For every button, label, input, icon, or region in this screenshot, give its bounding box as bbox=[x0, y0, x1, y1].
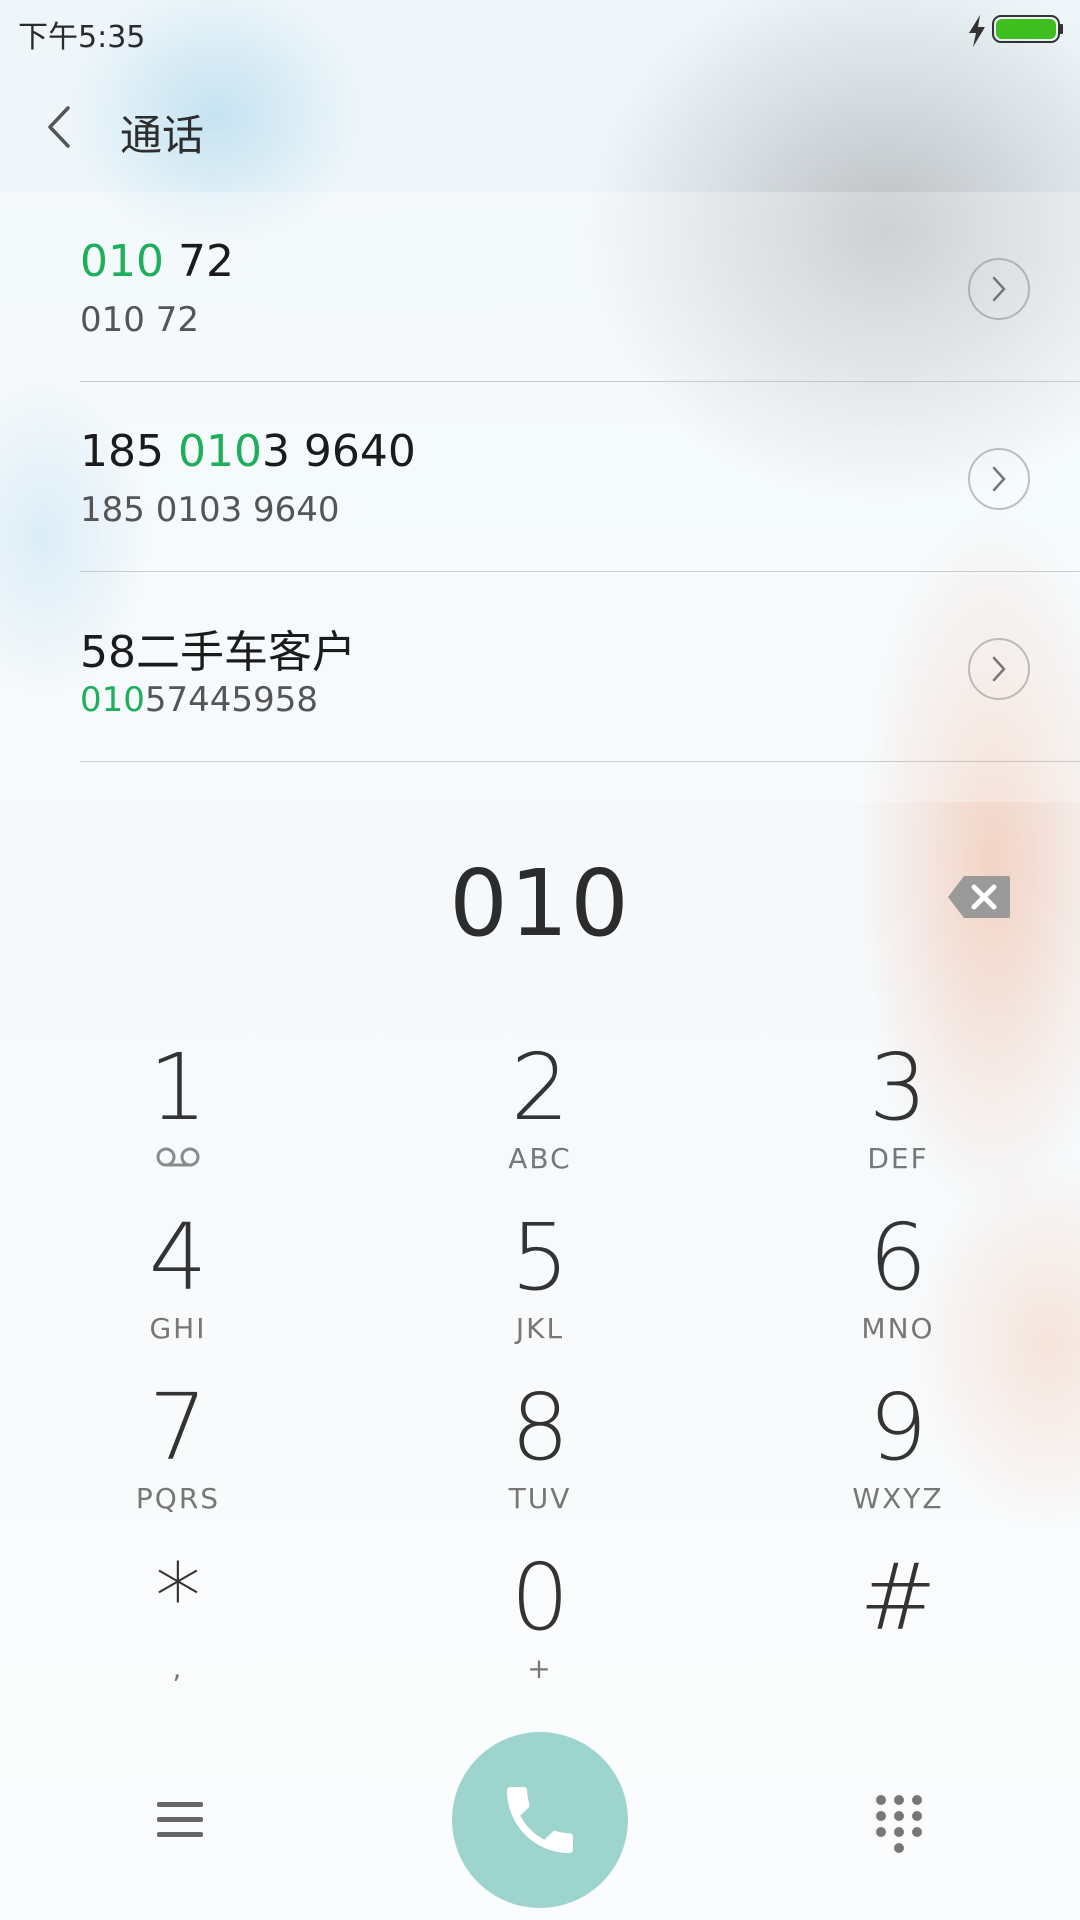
key-digit: 3 bbox=[868, 1034, 928, 1141]
secondary-suffix: 185 0103 9640 bbox=[80, 490, 340, 530]
key-7[interactable]: 7 PQRS bbox=[48, 1380, 308, 1550]
menu-icon[interactable] bbox=[155, 1798, 205, 1842]
battery-icon bbox=[992, 15, 1063, 43]
bottom-action-bar bbox=[0, 1730, 1080, 1920]
backspace-icon[interactable] bbox=[946, 874, 1012, 920]
key-digit: 1 bbox=[148, 1034, 208, 1141]
key-digit: 4 bbox=[148, 1204, 208, 1311]
key-0[interactable]: 0 + bbox=[410, 1550, 670, 1720]
result-primary-text: 58二手车客户 bbox=[80, 616, 356, 680]
dialpad-keys: 1 2 ABC 3 DEF 4 GHI 5 JKL 6 MNO 7 PQRS 8… bbox=[0, 1040, 1080, 1720]
key-digit: 6 bbox=[868, 1204, 928, 1311]
dialed-number-display: 010 bbox=[449, 850, 631, 957]
key-digit: 9 bbox=[868, 1374, 928, 1481]
key-letters: WXYZ bbox=[852, 1482, 944, 1515]
list-item[interactable]: 58二手车客户 01057445958 bbox=[0, 572, 1080, 762]
secondary-match: 010 bbox=[80, 680, 145, 720]
key-digit: 2 bbox=[510, 1034, 570, 1141]
chevron-right-icon bbox=[992, 656, 1006, 682]
key-6[interactable]: 6 MNO bbox=[768, 1210, 1028, 1380]
key-2[interactable]: 2 ABC bbox=[410, 1040, 670, 1210]
result-primary-text: 010 72 bbox=[80, 236, 234, 287]
key-digit: 7 bbox=[148, 1374, 208, 1481]
primary-suffix: 3 9640 bbox=[261, 426, 416, 477]
chevron-right-icon bbox=[992, 276, 1006, 302]
key-letters: ABC bbox=[508, 1142, 572, 1175]
header: 通话 bbox=[0, 62, 1080, 192]
result-primary-text: 185 0103 9640 bbox=[80, 426, 416, 477]
lightning-bolt-icon bbox=[969, 15, 985, 47]
result-secondary-text: 185 0103 9640 bbox=[80, 490, 340, 530]
key-letters: GHI bbox=[149, 1312, 207, 1345]
secondary-suffix: 010 72 bbox=[80, 300, 199, 340]
primary-prefix: 58二手车客户 bbox=[80, 627, 356, 678]
secondary-suffix: 57445958 bbox=[144, 680, 318, 720]
key-9[interactable]: 9 WXYZ bbox=[768, 1380, 1028, 1550]
primary-match: 010 bbox=[177, 426, 262, 477]
contact-detail-button[interactable] bbox=[968, 258, 1030, 320]
status-bar: 下午5:35 bbox=[0, 0, 1080, 62]
key-digit: * bbox=[155, 1544, 201, 1651]
list-item[interactable]: 185 0103 9640 185 0103 9640 bbox=[0, 382, 1080, 572]
chevron-right-icon bbox=[992, 466, 1006, 492]
key-digit: 5 bbox=[510, 1204, 570, 1311]
result-secondary-text: 010 72 bbox=[80, 300, 199, 340]
contact-results-list: 010 72 010 72 185 0103 9640 185 0103 964… bbox=[0, 192, 1080, 802]
status-time: 下午5:35 bbox=[18, 20, 146, 55]
result-secondary-text: 01057445958 bbox=[80, 680, 318, 720]
page-title: 通话 bbox=[120, 111, 205, 160]
back-arrow-icon[interactable] bbox=[40, 102, 80, 152]
key-8[interactable]: 8 TUV bbox=[410, 1380, 670, 1550]
contact-detail-button[interactable] bbox=[968, 448, 1030, 510]
key-letters: , bbox=[172, 1652, 184, 1685]
key-letters: PQRS bbox=[135, 1482, 221, 1515]
key-letters: MNO bbox=[861, 1312, 935, 1345]
key-digit: 8 bbox=[510, 1374, 570, 1481]
key-star[interactable]: * , bbox=[48, 1550, 308, 1720]
primary-match: 010 bbox=[80, 236, 164, 287]
voicemail-icon bbox=[156, 1147, 200, 1167]
call-button[interactable] bbox=[452, 1732, 628, 1908]
dialpad-icon[interactable] bbox=[872, 1792, 926, 1854]
key-hash[interactable]: # bbox=[768, 1550, 1028, 1720]
contact-detail-button[interactable] bbox=[968, 638, 1030, 700]
divider bbox=[80, 761, 1080, 762]
key-letters: TUV bbox=[508, 1482, 572, 1515]
key-1[interactable]: 1 bbox=[48, 1040, 308, 1210]
key-3[interactable]: 3 DEF bbox=[768, 1040, 1028, 1210]
key-digit: # bbox=[859, 1544, 937, 1651]
key-letters: + bbox=[527, 1652, 553, 1685]
key-4[interactable]: 4 GHI bbox=[48, 1210, 308, 1380]
primary-prefix: 185 bbox=[80, 426, 178, 477]
key-letters: JKL bbox=[515, 1312, 565, 1345]
key-5[interactable]: 5 JKL bbox=[410, 1210, 670, 1380]
key-letters: DEF bbox=[867, 1142, 929, 1175]
primary-suffix: 72 bbox=[163, 236, 234, 287]
list-item[interactable]: 010 72 010 72 bbox=[0, 192, 1080, 382]
phone-icon bbox=[507, 1787, 573, 1853]
key-digit: 0 bbox=[510, 1544, 570, 1651]
